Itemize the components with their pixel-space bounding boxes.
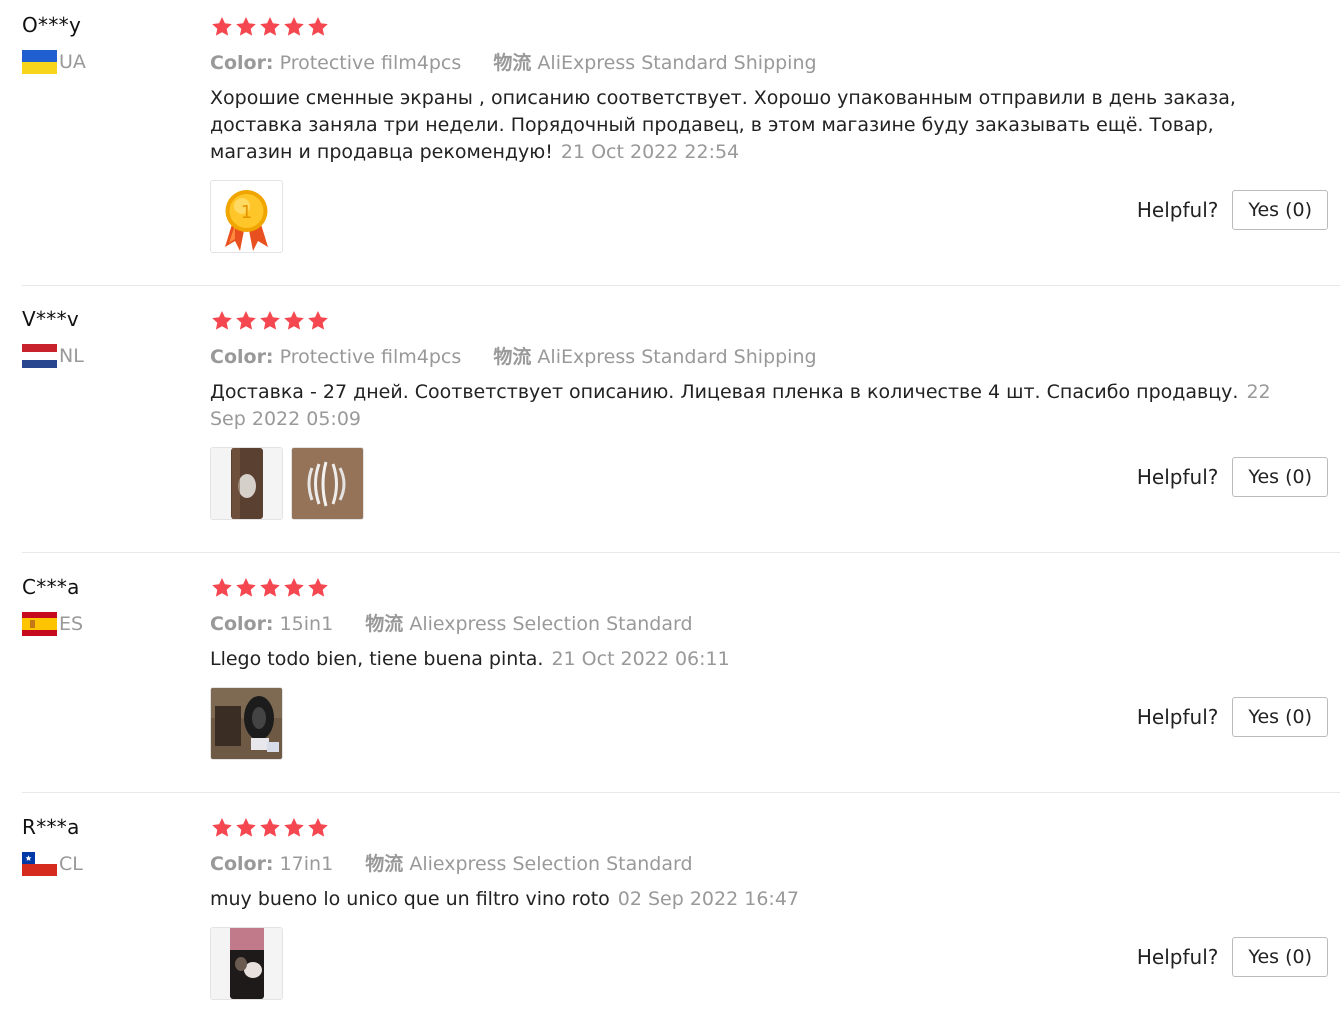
review-text: Доставка - 27 дней. Соответствует описан… — [210, 379, 1300, 433]
star-icon — [234, 15, 258, 39]
star-icon — [282, 15, 306, 39]
star-rating — [210, 575, 1310, 601]
reviewer-country: UA — [22, 50, 192, 74]
color-value: 15in1 — [279, 613, 334, 635]
country-code: ES — [59, 613, 84, 635]
helpful-label: Helpful? — [1136, 705, 1219, 729]
helpful-yes-button[interactable]: Yes (0) — [1232, 937, 1328, 977]
star-icon — [306, 309, 330, 333]
helpful-section: Helpful? Yes (0) — [1137, 190, 1328, 230]
color-label: Color: — [210, 853, 274, 875]
helpful-section: Helpful? Yes (0) — [1137, 697, 1328, 737]
review-text: Llego todo bien, tiene buena pinta. 21 Oc… — [210, 646, 1300, 673]
review-meta: Color: Protective film4pcs 物流 AliExpress… — [210, 344, 1310, 370]
gold-medal-image[interactable]: 1 — [210, 180, 283, 253]
star-icon — [258, 576, 282, 600]
film-photo[interactable] — [291, 447, 364, 520]
color-value: Protective film4pcs — [279, 52, 462, 74]
review-text: muy bueno lo unico que un filtro vino ro… — [210, 886, 1300, 913]
star-rating — [210, 14, 1310, 40]
review-item: O***y UA Color: Protective film4pcs 物流 A… — [22, 0, 1340, 286]
package-photo[interactable] — [210, 687, 283, 760]
star-icon — [210, 576, 234, 600]
review-date: 21 Oct 2022 22:54 — [560, 141, 740, 163]
reviewer-name: C***a — [22, 575, 80, 599]
review-item: C***a ES Color: 15in1 物流 Aliexpress Sele… — [22, 553, 1340, 793]
star-icon — [258, 309, 282, 333]
star-icon — [306, 15, 330, 39]
star-icon — [234, 309, 258, 333]
star-rating — [210, 308, 1310, 334]
review-body: Llego todo bien, tiene buena pinta. — [210, 648, 544, 670]
shipping-value: Aliexpress Selection Standard — [409, 853, 693, 875]
helpful-yes-button[interactable]: Yes (0) — [1232, 190, 1328, 230]
review-meta: Color: 17in1 物流 Aliexpress Selection Sta… — [210, 851, 1310, 877]
star-rating — [210, 815, 1310, 841]
review-body: muy bueno lo unico que un filtro vino ro… — [210, 888, 610, 910]
review-meta: Color: Protective film4pcs 物流 AliExpress… — [210, 50, 1310, 76]
review-item: V***v NL Color: Protective film4pcs 物流 A… — [22, 286, 1340, 553]
reviewer-info: O***y UA — [22, 12, 192, 74]
reviewer-country: NL — [22, 344, 192, 368]
review-body: Доставка - 27 дней. Соответствует описан… — [210, 381, 1239, 403]
helpful-section: Helpful? Yes (0) — [1137, 457, 1328, 497]
flag-cl-icon — [22, 852, 57, 876]
reviewer-info: R***a CL — [22, 814, 192, 876]
filters-photo[interactable] — [210, 927, 283, 1000]
shipping-label: 物流 — [365, 853, 404, 875]
star-icon — [282, 576, 306, 600]
star-icon — [258, 15, 282, 39]
flag-ua-icon — [22, 50, 57, 74]
review-text: Хорошие сменные экраны , описанию соотве… — [210, 85, 1300, 166]
shipping-value: Aliexpress Selection Standard — [409, 613, 693, 635]
color-label: Color: — [210, 613, 274, 635]
star-icon — [210, 816, 234, 840]
helpful-label: Helpful? — [1136, 465, 1219, 489]
shipping-label: 物流 — [365, 613, 404, 635]
svg-text:1: 1 — [241, 202, 252, 223]
review-item: R***a CL Color: 17in1 物流 Aliexpress Sele… — [22, 793, 1340, 1016]
helpful-yes-button[interactable]: Yes (0) — [1232, 457, 1328, 497]
color-label: Color: — [210, 346, 274, 368]
star-icon — [210, 309, 234, 333]
color-value: 17in1 — [279, 853, 334, 875]
star-icon — [306, 576, 330, 600]
review-date: 21 Oct 2022 06:11 — [551, 648, 730, 670]
reviewer-country: ES — [22, 612, 192, 636]
color-label: Color: — [210, 52, 274, 74]
review-meta: Color: 15in1 物流 Aliexpress Selection Sta… — [210, 611, 1310, 637]
country-code: UA — [59, 51, 86, 73]
star-icon — [282, 816, 306, 840]
reviewer-info: C***a ES — [22, 574, 192, 636]
color-value: Protective film4pcs — [279, 346, 462, 368]
country-code: CL — [59, 853, 83, 875]
reviewer-country: CL — [22, 852, 192, 876]
reviewer-name: V***v — [22, 307, 80, 331]
star-icon — [282, 309, 306, 333]
star-icon — [258, 816, 282, 840]
helpful-label: Helpful? — [1136, 945, 1219, 969]
shipping-value: AliExpress Standard Shipping — [537, 346, 817, 368]
flag-es-icon — [22, 612, 57, 636]
reviewer-info: V***v NL — [22, 306, 192, 368]
flag-nl-icon — [22, 344, 57, 368]
shipping-value: AliExpress Standard Shipping — [537, 52, 817, 74]
reviewer-name: O***y — [22, 13, 82, 37]
star-icon — [210, 15, 234, 39]
phone-photo[interactable] — [210, 447, 283, 520]
star-icon — [306, 816, 330, 840]
reviewer-name: R***a — [22, 815, 80, 839]
country-code: NL — [59, 345, 84, 367]
helpful-label: Helpful? — [1136, 198, 1219, 222]
shipping-label: 物流 — [493, 346, 532, 368]
star-icon — [234, 576, 258, 600]
shipping-label: 物流 — [493, 52, 532, 74]
review-date: 02 Sep 2022 16:47 — [617, 888, 799, 910]
helpful-yes-button[interactable]: Yes (0) — [1232, 697, 1328, 737]
helpful-section: Helpful? Yes (0) — [1137, 937, 1328, 977]
star-icon — [234, 816, 258, 840]
